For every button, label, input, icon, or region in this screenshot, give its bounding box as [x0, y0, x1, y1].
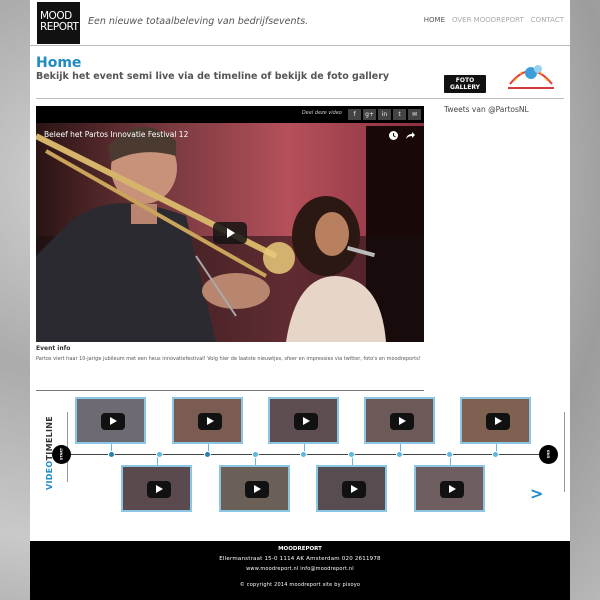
timeline-end: END: [539, 445, 558, 464]
nav-over-moodreport[interactable]: Over Moodreport: [452, 16, 524, 24]
timeline-marker[interactable]: [300, 451, 307, 458]
footer-company: MOODREPORT: [278, 546, 322, 552]
video-title[interactable]: Beleef het Partos Innovatie Festival 12: [44, 130, 188, 139]
timeline-next-arrow[interactable]: >: [530, 484, 543, 503]
page-subtitle: Bekijk het event semi live via de timeli…: [36, 71, 390, 82]
timeline-marker[interactable]: [156, 451, 163, 458]
thumb-play-icon[interactable]: [147, 481, 171, 498]
share-label: Deel deze video: [301, 110, 342, 116]
nav-contact[interactable]: Contact: [531, 16, 564, 24]
facebook-icon[interactable]: f: [348, 109, 361, 120]
partos-festival-logo: [506, 65, 556, 90]
timeline-video-thumb[interactable]: [121, 465, 192, 512]
timeline-marker[interactable]: [108, 451, 115, 458]
timeline-end-label: END: [546, 449, 551, 459]
tweets-heading[interactable]: Tweets van @PartosNL: [444, 105, 529, 114]
timeline-marker[interactable]: [348, 451, 355, 458]
timeline-video-thumb[interactable]: [460, 397, 531, 444]
footer-address: Ellermanstraat 15-0 1114 AK Amsterdam 02…: [219, 556, 381, 562]
footer-contact-links[interactable]: www.moodreport.nl info@moodreport.nl: [30, 566, 570, 572]
linkedin-icon[interactable]: in: [378, 109, 391, 120]
thumb-play-icon[interactable]: [198, 413, 222, 430]
timeline-video-thumb[interactable]: [364, 397, 435, 444]
timeline-marker[interactable]: [492, 451, 499, 458]
video-player[interactable]: Deel deze video f g+ in t ✉ Beleef het P…: [36, 106, 424, 342]
thumb-play-icon[interactable]: [390, 413, 414, 430]
timeline-video-thumb[interactable]: [316, 465, 387, 512]
thumb-play-icon[interactable]: [294, 413, 318, 430]
share-bar: Deel deze video f g+ in t ✉: [36, 106, 424, 123]
foto-gallery-line-1: FOTO: [455, 77, 475, 84]
mail-icon[interactable]: ✉: [408, 109, 421, 120]
event-info-text: Partos viert haar 10-jarige jubileum met…: [36, 356, 421, 362]
title-divider: [36, 98, 564, 99]
thumb-play-icon[interactable]: [342, 481, 366, 498]
timeline-video-thumb[interactable]: [75, 397, 146, 444]
tagline: Een nieuwe totaalbeleving van bedrijfsev…: [88, 16, 309, 27]
timeline-marker[interactable]: [446, 451, 453, 458]
thumb-play-icon[interactable]: [486, 413, 510, 430]
footer-copyright: © copyright 2014 moodreport site by pixo…: [239, 582, 361, 588]
timeline-start-label: START: [59, 447, 64, 461]
watch-later-icon[interactable]: [388, 130, 399, 141]
foto-gallery-button[interactable]: FOTO GALLERY: [444, 75, 486, 93]
timeline-start: START: [52, 445, 71, 464]
share-icon[interactable]: [405, 130, 416, 141]
site-footer: MOODREPORT Ellermanstraat 15-0 1114 AK A…: [30, 541, 570, 600]
main-nav: Home Over Moodreport Contact: [424, 16, 564, 24]
timeline-bracket-right: [564, 412, 565, 492]
thumb-play-icon[interactable]: [101, 413, 125, 430]
timeline-label-video: VIDEO: [45, 460, 54, 491]
page: Mood Report Een nieuwe totaalbeleving va…: [30, 0, 570, 600]
page-title: Home: [36, 55, 82, 71]
thumb-play-icon[interactable]: [440, 481, 464, 498]
site-header: Mood Report Een nieuwe totaalbeleving va…: [30, 0, 570, 46]
timeline-marker[interactable]: [252, 451, 259, 458]
nav-home[interactable]: Home: [424, 16, 445, 24]
event-info-heading: Event info: [36, 345, 71, 352]
share-icons: f g+ in t ✉: [348, 109, 421, 120]
timeline-video-thumb[interactable]: [219, 465, 290, 512]
timeline-video-thumb[interactable]: [268, 397, 339, 444]
thumb-play-icon[interactable]: [245, 481, 269, 498]
moodreport-logo[interactable]: Mood Report: [37, 2, 80, 44]
foto-gallery-line-2: GALLERY: [450, 84, 480, 91]
twitter-icon[interactable]: t: [393, 109, 406, 120]
timeline-marker[interactable]: [204, 451, 211, 458]
play-button[interactable]: [213, 222, 247, 244]
event-divider: [36, 390, 424, 391]
timeline-video-thumb[interactable]: [172, 397, 243, 444]
timeline-marker[interactable]: [396, 451, 403, 458]
logo-line-2: Report: [40, 21, 79, 33]
google-plus-icon[interactable]: g+: [363, 109, 376, 120]
timeline-video-thumb[interactable]: [414, 465, 485, 512]
